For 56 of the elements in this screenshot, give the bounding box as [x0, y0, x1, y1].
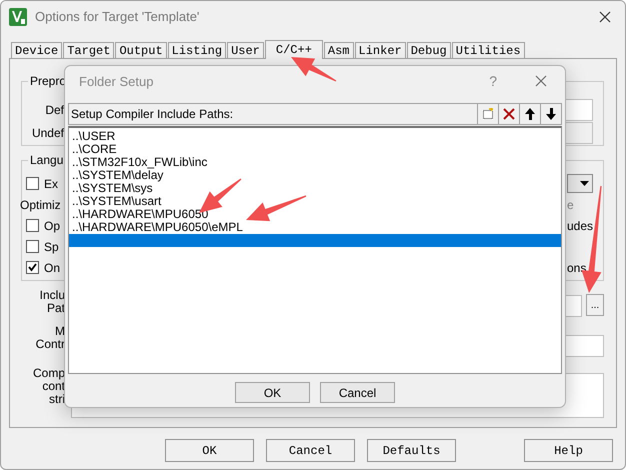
- list-item[interactable]: ..\SYSTEM\usart: [69, 195, 561, 208]
- tab[interactable]: Listing: [168, 42, 226, 58]
- list-item[interactable]: ..\STM32F10x_FWLib\inc: [69, 156, 561, 169]
- checkbox[interactable]: [26, 261, 39, 274]
- tab[interactable]: Asm: [324, 42, 354, 58]
- field-label: M Contr: [34, 325, 65, 351]
- group-legend: Langu: [28, 153, 66, 167]
- checkbox[interactable]: [26, 219, 39, 232]
- option-label: e: [567, 198, 574, 212]
- close-icon[interactable]: [599, 10, 611, 22]
- field-label: Inclu Pat: [38, 289, 65, 315]
- list-label: Setup Compiler Include Paths:: [70, 107, 234, 121]
- option-label: Optimiz: [20, 198, 61, 212]
- list-item[interactable]: ..\SYSTEM\sys: [69, 182, 561, 195]
- checkbox[interactable]: [26, 177, 39, 190]
- tab[interactable]: Linker: [354, 42, 406, 58]
- list-item[interactable]: ..\HARDWARE\MPU6050\eMPL: [69, 221, 561, 234]
- browse-button[interactable]: ...: [586, 294, 604, 316]
- field-label: Def: [44, 102, 65, 116]
- dialog-button[interactable]: Help: [524, 439, 613, 462]
- list-item[interactable]: ..\SYSTEM\delay: [69, 169, 561, 182]
- list-item[interactable]: ..\USER: [69, 130, 561, 143]
- checkbox-label: On: [44, 260, 60, 274]
- delete-icon: [503, 108, 515, 120]
- annotation-arrow: [291, 57, 336, 82]
- dialog-button[interactable]: Cancel: [266, 439, 355, 462]
- tab[interactable]: User: [227, 42, 264, 58]
- app-icon: [9, 8, 27, 26]
- arrow-up-icon: [524, 108, 536, 120]
- field-label: Comp cont stri: [32, 367, 65, 406]
- close-icon[interactable]: [535, 75, 547, 87]
- dropdown[interactable]: [567, 174, 593, 193]
- arrow-down-icon: [545, 108, 557, 120]
- tab[interactable]: Output: [115, 42, 167, 58]
- option-label: udes: [567, 218, 594, 232]
- tab[interactable]: Device: [11, 42, 62, 58]
- dialog-button[interactable]: Defaults: [367, 439, 456, 462]
- window-title: Options for Target 'Template': [35, 9, 200, 24]
- checkbox[interactable]: [26, 240, 39, 253]
- dialog-button[interactable]: OK: [165, 439, 254, 462]
- annotation-arrow: [246, 195, 306, 222]
- field-label: Undef: [30, 126, 65, 140]
- tab[interactable]: C/C++: [264, 40, 323, 59]
- dialog-button[interactable]: OK: [235, 382, 310, 403]
- checkbox-label: Sp: [44, 240, 59, 254]
- tab[interactable]: Utilities: [452, 42, 525, 58]
- checkbox-label: Ex: [44, 176, 58, 190]
- tab[interactable]: Debug: [406, 42, 451, 58]
- tab[interactable]: Target: [63, 42, 114, 58]
- list-item[interactable]: ..\CORE: [69, 143, 561, 156]
- dialog-button[interactable]: Cancel: [320, 382, 395, 403]
- caret-icon: [580, 181, 588, 186]
- new-icon: [482, 108, 494, 120]
- checkbox-label: Op: [44, 218, 60, 232]
- list-item[interactable]: ..\HARDWARE\MPU6050: [69, 208, 561, 221]
- dialog-title: Folder Setup: [79, 74, 154, 88]
